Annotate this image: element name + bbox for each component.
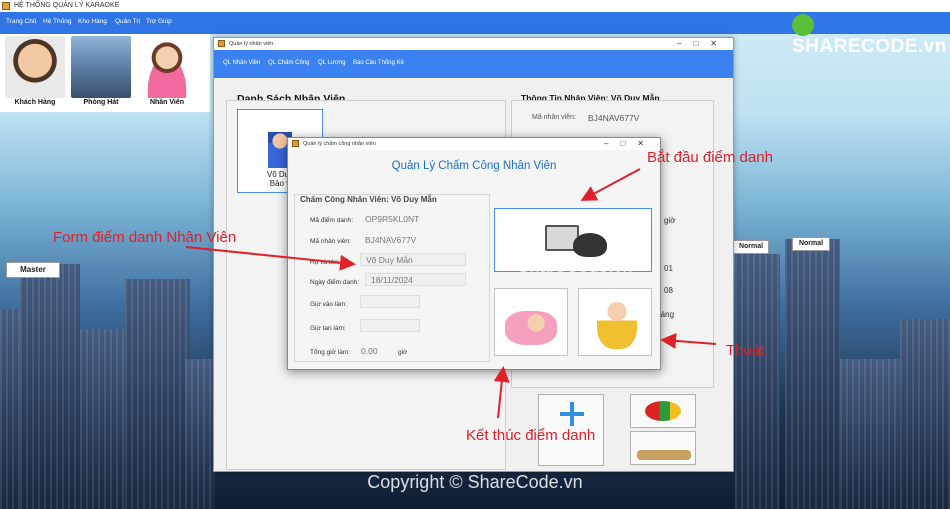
checkout-label: Giờ tan làm:	[310, 325, 346, 332]
menu-inventory[interactable]: Kho Hàng	[78, 18, 107, 25]
employee-menu-bar: QL Nhân Viên QL Chấm Công QL Lương Báo C…	[214, 50, 733, 78]
checkin-label: Giờ vào làm:	[310, 301, 348, 308]
main-toolbar: Khách Hàng Phòng Hát Nhân Viên	[0, 34, 210, 112]
attendance-group-title: Chấm Công Nhân Viên: Võ Duy Mẫn	[298, 195, 439, 204]
normal-badge-2: Normal	[792, 237, 830, 251]
desktop-screen: Master Normal Normal HỆ THỐNG QUẢN LÝ KA…	[0, 0, 950, 509]
menu-admin[interactable]: Quản Trị	[115, 18, 140, 25]
watermark-mid: ShareCode.vn	[517, 256, 633, 276]
menu-attendance[interactable]: QL Chấm Công	[268, 60, 309, 66]
menu-staff[interactable]: QL Nhân Viên	[223, 60, 260, 66]
attendance-id-value: OP9R5KL0NT	[365, 214, 420, 224]
main-title: HỆ THỐNG QUẢN LÝ KARAOKE	[14, 2, 120, 9]
menu-home[interactable]: Trang Chủ	[6, 18, 36, 25]
staff-button[interactable]: Nhân Viên	[134, 36, 200, 112]
parrot-icon	[645, 401, 681, 421]
info-id-label: Mã nhân viên:	[532, 114, 576, 121]
fishing-button[interactable]	[630, 431, 696, 465]
bird-icon	[573, 233, 607, 257]
app-icon	[2, 2, 10, 10]
label-start-attendance: Bắt đầu điểm danh	[647, 149, 773, 166]
menu-report[interactable]: Báo Cáo Thống Kê	[353, 60, 404, 66]
parrot-button[interactable]	[630, 394, 696, 428]
master-badge: Master	[6, 262, 60, 278]
plus-icon	[560, 402, 584, 426]
label-attendance-form: Form điểm danh Nhân Viên	[53, 229, 237, 246]
total-hours-label: Tổng giờ làm:	[310, 349, 351, 356]
partial-hour: giờ	[664, 216, 676, 225]
menu-system[interactable]: Hệ Thống	[43, 18, 71, 25]
exit-button[interactable]	[578, 288, 652, 356]
attendance-window: Quản lý chấm công nhân viên –□✕ Quản Lý …	[287, 137, 661, 370]
checkout-field[interactable]	[360, 319, 420, 332]
checkin-field[interactable]	[360, 295, 420, 308]
label-end-attendance: Kết thúc điểm danh	[466, 427, 596, 444]
window-icon	[218, 40, 225, 47]
total-hours-value: 0.00	[361, 346, 378, 356]
employee-window-titlebar: Quản lý nhân viên –□✕	[214, 38, 733, 50]
attendance-heading: Quản Lý Chấm Công Nhân Viên	[391, 160, 557, 172]
total-hours-unit: giờ	[398, 349, 408, 356]
label-exit: Thoát	[726, 342, 765, 359]
window-controls[interactable]: –□✕	[677, 38, 729, 50]
customer-button[interactable]: Khách Hàng	[2, 36, 68, 112]
fishing-icon	[637, 450, 691, 460]
attendance-window-titlebar: Quản lý chấm công nhân viên –□✕	[288, 138, 660, 150]
normal-badge-1: Normal	[733, 240, 769, 254]
main-title-bar: HỆ THỐNG QUẢN LÝ KARAOKE	[0, 0, 950, 12]
employee-id-value: BJ4NAV677V	[365, 235, 417, 245]
end-attendance-button[interactable]	[494, 288, 568, 356]
menu-help[interactable]: Trợ Giúp	[146, 18, 172, 25]
employee-id-label: Mã nhân viên:	[310, 238, 351, 245]
attendance-id-label: Mã điểm danh:	[310, 217, 353, 224]
date-label: Ngày điểm danh:	[310, 279, 360, 286]
sleeping-baby-icon	[505, 311, 557, 345]
baby-tricycle-icon	[597, 297, 637, 349]
copyright-watermark: Copyright © ShareCode.vn	[367, 472, 583, 492]
castle-icon	[71, 36, 131, 98]
staff-avatar-icon	[137, 36, 197, 98]
window-icon	[292, 140, 299, 147]
customer-avatar-icon	[5, 36, 65, 98]
partial-08: 08	[664, 286, 673, 295]
menu-salary[interactable]: QL Lương	[318, 60, 345, 66]
info-id-value: BJ4NAV677V	[588, 113, 640, 123]
sharecode-logo: SHARECODE.vn	[792, 14, 950, 57]
room-button[interactable]: Phòng Hát	[68, 36, 134, 112]
